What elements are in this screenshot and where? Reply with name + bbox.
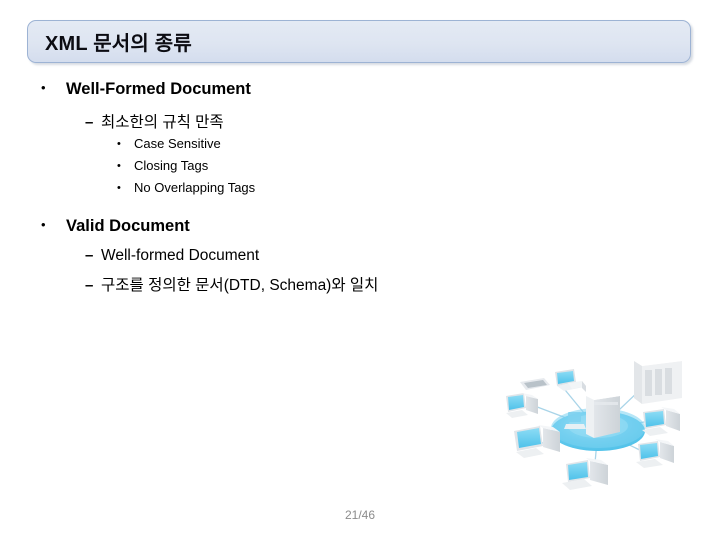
dash-glyph: – bbox=[85, 247, 94, 264]
list-item-label: Case Sensitive bbox=[134, 136, 221, 151]
dash-glyph: – bbox=[85, 114, 94, 131]
slide-canvas: XML 문서의 종류 • Well-Formed Document – 최소한의… bbox=[0, 0, 720, 540]
list-item-level2: – Well-formed Document bbox=[0, 247, 720, 273]
node-server-rack-right bbox=[634, 356, 682, 404]
list-item-level3: • Closing Tags bbox=[0, 158, 720, 180]
node-laptop-top bbox=[555, 369, 584, 391]
list-item-level1: • Well-Formed Document bbox=[0, 80, 720, 110]
list-item-level3: • Case Sensitive bbox=[0, 136, 720, 158]
node-monitor-right-lower bbox=[636, 439, 674, 468]
list-item-level2: – 구조를 정의한 문서(DTD, Schema)와 일치 bbox=[0, 273, 720, 299]
bullet-glyph: • bbox=[117, 182, 121, 194]
page-title: XML 문서의 종류 bbox=[45, 33, 192, 55]
list-item-label: Well-formed Document bbox=[101, 247, 260, 264]
bullet-glyph: • bbox=[117, 160, 121, 172]
content-body: • Well-Formed Document – 최소한의 규칙 만족 • Ca… bbox=[0, 80, 720, 299]
list-item-label: No Overlapping Tags bbox=[134, 180, 256, 195]
list-item-level2: – 최소한의 규칙 만족 bbox=[0, 110, 720, 136]
list-item-level1: • Valid Document bbox=[0, 217, 720, 247]
list-item-label: Well-Formed Document bbox=[66, 80, 251, 98]
bullet-glyph: • bbox=[41, 80, 46, 95]
dash-glyph: – bbox=[85, 277, 94, 294]
node-tablet-upper-left bbox=[520, 378, 550, 390]
list-item-label: 구조를 정의한 문서(DTD, Schema)와 일치 bbox=[101, 277, 379, 294]
list-item-label: Valid Document bbox=[66, 217, 190, 235]
network-diagram-image bbox=[498, 352, 698, 507]
bullet-glyph: • bbox=[117, 138, 121, 150]
node-monitor-left-upper bbox=[506, 393, 538, 418]
node-monitor-left-lower bbox=[514, 425, 560, 458]
list-item-label: Closing Tags bbox=[134, 158, 209, 173]
list-item-level3: • No Overlapping Tags bbox=[0, 180, 720, 202]
node-monitor-right-upper bbox=[642, 407, 680, 436]
node-server-top bbox=[568, 381, 586, 392]
node-monitor-bottom bbox=[562, 458, 608, 490]
hub-server-icon bbox=[586, 392, 620, 438]
slide-title-bar: XML 문서의 종류 bbox=[27, 20, 691, 63]
list-item-label: 최소한의 규칙 만족 bbox=[101, 114, 224, 131]
bullet-glyph: • bbox=[41, 217, 46, 232]
page-number: 21/46 bbox=[344, 508, 376, 522]
